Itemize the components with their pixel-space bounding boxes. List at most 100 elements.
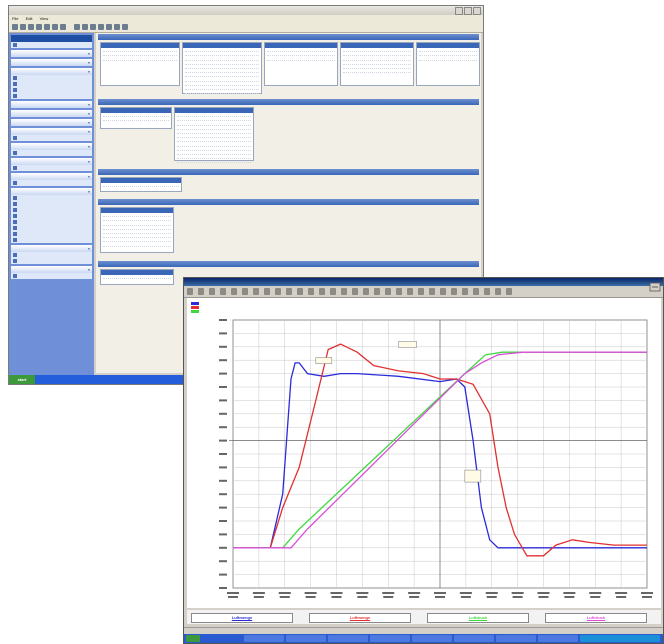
- annotation-box: [315, 357, 333, 364]
- open-icon[interactable]: [20, 24, 26, 30]
- toolbar-button[interactable]: [242, 288, 248, 295]
- series-label-1[interactable]: Luftmenge: [191, 613, 293, 623]
- taskbar-button[interactable]: [454, 635, 494, 642]
- sidebar-item[interactable]: [11, 150, 92, 156]
- toolbar-button[interactable]: [473, 288, 479, 295]
- menu-edit[interactable]: Edit: [26, 16, 33, 21]
- series-label-3[interactable]: Luftdruck: [427, 613, 529, 623]
- toolbar-button[interactable]: [187, 288, 193, 295]
- redo-icon[interactable]: [82, 24, 88, 30]
- sidebar-group-header[interactable]: [11, 266, 92, 273]
- paste-icon[interactable]: [60, 24, 66, 30]
- menu-file[interactable]: File: [12, 16, 18, 21]
- copy-icon[interactable]: [52, 24, 58, 30]
- toolbar-button[interactable]: [209, 288, 215, 295]
- sidebar-group-header[interactable]: [11, 50, 92, 57]
- cut-icon[interactable]: [44, 24, 50, 30]
- save-icon[interactable]: [28, 24, 34, 30]
- taskbar-button[interactable]: [496, 635, 536, 642]
- toolbar-button[interactable]: [407, 288, 413, 295]
- sidebar-item[interactable]: [11, 165, 92, 171]
- y-tick-label: [219, 520, 227, 522]
- toolbar-button[interactable]: [484, 288, 490, 295]
- toolbar-button[interactable]: [352, 288, 358, 295]
- toolbar-button[interactable]: [396, 288, 402, 295]
- sidebar-item[interactable]: [11, 93, 92, 99]
- sidebar-group-header[interactable]: [11, 245, 92, 252]
- undo-icon[interactable]: [74, 24, 80, 30]
- toolbar-button[interactable]: [462, 288, 468, 295]
- sidebar-group-header[interactable]: [11, 68, 92, 75]
- sidebar-group-header[interactable]: [11, 128, 92, 135]
- x-tick-label: [227, 592, 239, 594]
- toolbar-button[interactable]: [286, 288, 292, 295]
- sidebar-item[interactable]: [11, 135, 92, 141]
- back-toolbar: [9, 23, 483, 33]
- sidebar-item[interactable]: [11, 273, 92, 279]
- toolbar-button[interactable]: [385, 288, 391, 295]
- section-1: [98, 34, 480, 95]
- section-header[interactable]: [98, 34, 479, 40]
- toolbar-button[interactable]: [440, 288, 446, 295]
- start-button-front[interactable]: [186, 635, 200, 642]
- find-icon[interactable]: [90, 24, 96, 30]
- taskbar-button[interactable]: [328, 635, 368, 642]
- close-button[interactable]: [473, 7, 481, 15]
- series-label-2[interactable]: Luftmenge: [309, 613, 411, 623]
- section-header[interactable]: [98, 99, 479, 105]
- zoom-icon[interactable]: [106, 24, 112, 30]
- sidebar-group-header[interactable]: [11, 158, 92, 165]
- sidebar-group-header[interactable]: [11, 143, 92, 150]
- menu-view[interactable]: View: [40, 16, 49, 21]
- toolbar-button[interactable]: [231, 288, 237, 295]
- toolbar-button[interactable]: [264, 288, 270, 295]
- toolbar-button[interactable]: [341, 288, 347, 295]
- series-label-4[interactable]: Luftdruck: [545, 613, 647, 623]
- start-button[interactable]: start: [9, 375, 35, 384]
- toolbar-button[interactable]: [495, 288, 501, 295]
- taskbar-button[interactable]: [538, 635, 578, 642]
- sidebar-item[interactable]: [11, 258, 92, 264]
- help-icon[interactable]: [122, 24, 128, 30]
- toolbar-button[interactable]: [319, 288, 325, 295]
- settings-icon[interactable]: [114, 24, 120, 30]
- toolbar-button[interactable]: [429, 288, 435, 295]
- refresh-icon[interactable]: [98, 24, 104, 30]
- toolbar-button[interactable]: [253, 288, 259, 295]
- sidebar-group-header[interactable]: [11, 101, 92, 108]
- toolbar-button[interactable]: [418, 288, 424, 295]
- maximize-button[interactable]: [464, 7, 472, 15]
- toolbar-button[interactable]: [308, 288, 314, 295]
- sidebar-group-header[interactable]: [11, 110, 92, 117]
- toolbar-button[interactable]: [297, 288, 303, 295]
- minimize-button[interactable]: [455, 7, 463, 15]
- section-header[interactable]: [98, 199, 479, 205]
- new-icon[interactable]: [12, 24, 18, 30]
- sidebar-group-header[interactable]: [11, 59, 92, 66]
- section-header[interactable]: [98, 261, 479, 267]
- taskbar-button[interactable]: [370, 635, 410, 642]
- toolbar-button[interactable]: [451, 288, 457, 295]
- sidebar-group-header[interactable]: [11, 35, 92, 42]
- toolbar-button[interactable]: [220, 288, 226, 295]
- sidebar-group-header[interactable]: [11, 173, 92, 180]
- toolbar-button[interactable]: [198, 288, 204, 295]
- toolbar-button[interactable]: [374, 288, 380, 295]
- sidebar-item[interactable]: [11, 237, 92, 243]
- taskbar-button[interactable]: [412, 635, 452, 642]
- toolbar-button[interactable]: [363, 288, 369, 295]
- toolbar-button[interactable]: [506, 288, 512, 295]
- sidebar-item[interactable]: [11, 42, 92, 48]
- section-header[interactable]: [98, 169, 479, 175]
- taskbar-button[interactable]: [286, 635, 326, 642]
- sidebar-group-header[interactable]: [11, 188, 92, 195]
- line-chart[interactable]: [187, 298, 661, 608]
- y-tick-label: [219, 386, 227, 388]
- sidebar-group: [11, 50, 92, 57]
- toolbar-button[interactable]: [330, 288, 336, 295]
- sidebar-group-header[interactable]: [11, 119, 92, 126]
- sidebar-item[interactable]: [11, 180, 92, 186]
- taskbar-button[interactable]: [244, 635, 284, 642]
- toolbar-button[interactable]: [275, 288, 281, 295]
- print-icon[interactable]: [36, 24, 42, 30]
